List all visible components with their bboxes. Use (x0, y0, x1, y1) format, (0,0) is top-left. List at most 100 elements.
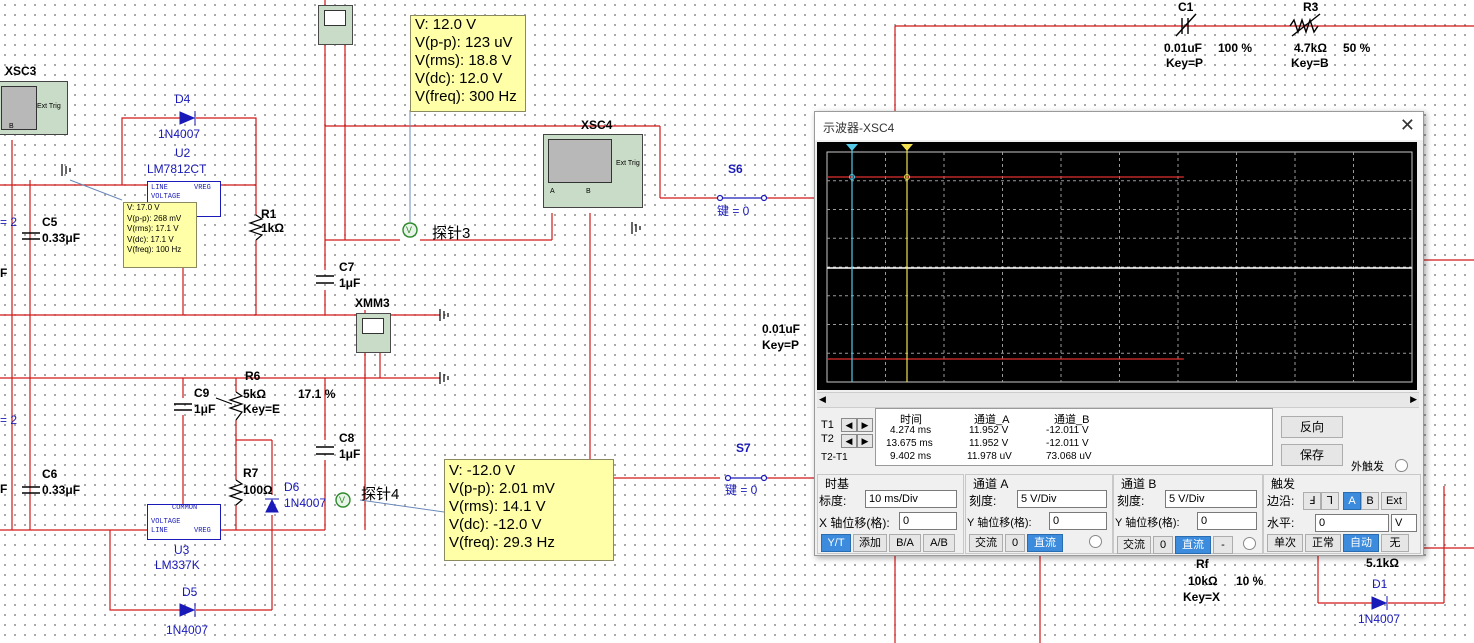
t1-left-arrow-icon[interactable]: ◀ (841, 418, 857, 432)
s6-key: 键 = 0 (717, 204, 750, 218)
c1-value: 0.01uF (1164, 41, 1203, 55)
d4-ref: D4 (175, 92, 191, 106)
s6-ref: S6 (728, 162, 743, 176)
channel-a-ac-button[interactable]: 交流 (969, 534, 1003, 552)
xsc4-label: XSC4 (581, 118, 613, 132)
timebase-scale-input[interactable]: 10 ms/Div (865, 490, 957, 508)
u3-regulator[interactable]: COMMON VOLTAGE LINE VREG (147, 504, 221, 540)
probe4-v: V: -12.0 V (449, 462, 516, 479)
probe4-tooltip: V: -12.0 V V(p-p): 2.01 mV V(rms): 14.1 … (444, 459, 614, 561)
trigger-auto-button[interactable]: 自动 (1343, 534, 1379, 552)
u3-vreg-pin: VREG (194, 527, 211, 535)
s7-ref: S7 (736, 441, 751, 455)
trigger-source-b-button[interactable]: B (1361, 492, 1379, 510)
r3-key: Key=B (1291, 56, 1329, 70)
r1-ref: R1 (261, 207, 277, 221)
multimeter-top-icon[interactable] (318, 5, 353, 45)
scroll-right-icon[interactable]: ▶ (1410, 394, 1417, 405)
channel-b-ypos-label: Y 轴位移(格): (1115, 517, 1180, 529)
window-title: 示波器-XSC4 (823, 121, 895, 135)
scope-screen[interactable] (817, 142, 1417, 390)
probe-tooltip-u2: V: 17.0 V V(p-p): 268 mV V(rms): 17.1 V … (123, 202, 197, 268)
window-titlebar[interactable]: 示波器-XSC4 ✕ (815, 112, 1423, 140)
c1-ref: C1 (1178, 0, 1194, 14)
oscilloscope-window[interactable]: 示波器-XSC4 ✕ ◀ ▶ T1 ◀ ▶ T2 ◀ ▶ T2-T1 时间 通道… (814, 111, 1424, 556)
channel-b-ypos-input[interactable]: 0 (1197, 512, 1257, 530)
panel-scroll-track[interactable]: ◀ ▶ (817, 392, 1419, 408)
probe4-vfreq: V(freq): 29.3 Hz (449, 534, 555, 551)
t2-left-arrow-icon[interactable]: ◀ (841, 434, 857, 448)
probe-u2-v: V: 17.0 V (127, 203, 160, 212)
channel-b-zero-button[interactable]: 0 (1153, 536, 1173, 554)
trigger-none-button[interactable]: 无 (1381, 534, 1409, 552)
xsc4-b-label: B (586, 188, 591, 195)
timebase-title: 时基 (825, 477, 850, 491)
reverse-button[interactable]: 反向 (1281, 416, 1343, 438)
diff-channel-b: 73.068 uV (1046, 451, 1092, 462)
multimeter-xmm3-icon[interactable] (356, 313, 391, 353)
channel-b-radio[interactable] (1243, 537, 1256, 550)
cursor-t2-label: T2 (821, 433, 834, 445)
channel-b-scale-input[interactable]: 5 V/Div (1165, 490, 1257, 508)
probe-u2-vpp: V(p-p): 268 mV (127, 213, 182, 223)
diff-channel-a: 11.978 uV (967, 451, 1012, 462)
mode-ba-button[interactable]: B/A (889, 534, 921, 552)
t2-right-arrow-icon[interactable]: ▶ (857, 434, 873, 448)
u2-vreg-pin: VREG (194, 184, 211, 192)
xsc4-ext-trig-label: Ext Trig (616, 160, 640, 167)
measurement-table: 时间 通道_A 通道_B 4.274 ms 11.952 V -12.011 V… (875, 408, 1273, 466)
falling-edge-icon[interactable]: Ꞁ (1321, 492, 1339, 510)
trigger-normal-button[interactable]: 正常 (1305, 534, 1341, 552)
fragment-eq2-bottom: = 2 (0, 413, 18, 427)
mode-add-button[interactable]: 添加 (853, 534, 887, 552)
svg-text:V: V (339, 495, 345, 505)
trigger-level-input[interactable]: 0 (1315, 514, 1389, 532)
channel-a-radio[interactable] (1089, 535, 1102, 548)
probe4-vdc: V(dc): -12.0 V (449, 516, 542, 533)
r3-ref: R3 (1303, 0, 1319, 14)
mode-yt-button[interactable]: Y/T (821, 534, 851, 552)
probe4-name[interactable]: 探针4 (361, 487, 399, 503)
channel-b-scale-label: 刻度: (1117, 494, 1145, 508)
t2-channel-a: 11.952 V (969, 438, 1009, 449)
rf-key: Key=X (1183, 590, 1221, 604)
channel-a-ypos-input[interactable]: 0 (1049, 512, 1107, 530)
t1-right-arrow-icon[interactable]: ▶ (857, 418, 873, 432)
c6-ref: C6 (42, 467, 58, 481)
scroll-left-icon[interactable]: ◀ (819, 394, 826, 405)
rf-ref: Rf (1196, 557, 1209, 571)
r7-value: 100Ω (243, 483, 273, 497)
channel-b-dc-button[interactable]: 直流 (1175, 536, 1211, 554)
channel-a-zero-button[interactable]: 0 (1005, 534, 1025, 552)
c6-value: 0.33μF (42, 483, 81, 497)
xsc4-a-label: A (550, 188, 555, 195)
oscilloscope-xsc4-icon[interactable]: Ext Trig A B (543, 134, 643, 208)
probe3-vdc: V(dc): 12.0 V (415, 70, 503, 87)
save-button[interactable]: 保存 (1281, 444, 1343, 466)
mode-ab-button[interactable]: A/B (923, 534, 955, 552)
trigger-level-unit[interactable]: V (1391, 514, 1417, 532)
trigger-source-a-button[interactable]: A (1343, 492, 1361, 510)
c9-ref: C9 (194, 386, 210, 400)
r6-ref: R6 (245, 369, 261, 383)
oscilloscope-xsc3-icon[interactable]: Ext Trig B (0, 81, 68, 135)
c8-ref: C8 (339, 431, 355, 445)
channel-a-dc-button[interactable]: 直流 (1027, 534, 1063, 552)
channel-b-ac-button[interactable]: 交流 (1117, 536, 1151, 554)
channel-b-minus-button[interactable]: - (1213, 536, 1233, 554)
t2-time: 13.675 ms (886, 438, 933, 449)
fragment-f2: F (0, 482, 8, 496)
c5-ref: C5 (42, 215, 58, 229)
d4-model: 1N4007 (158, 127, 201, 141)
channel-a-scale-input[interactable]: 5 V/Div (1017, 490, 1107, 508)
ext-trigger-radio[interactable] (1395, 459, 1408, 472)
channel-a-ypos-label: Y 轴位移(格): (967, 517, 1032, 529)
c5-value: 0.33μF (42, 231, 81, 245)
close-icon[interactable]: ✕ (1400, 115, 1415, 136)
probe3-name[interactable]: 探针3 (432, 226, 470, 242)
c-mid-value: 0.01uF (762, 322, 801, 336)
rising-edge-icon[interactable]: Ⅎ (1303, 492, 1321, 510)
x-position-input[interactable]: 0 (899, 512, 957, 530)
trigger-single-button[interactable]: 单次 (1267, 534, 1303, 552)
trigger-source-ext-button[interactable]: Ext (1381, 492, 1407, 510)
